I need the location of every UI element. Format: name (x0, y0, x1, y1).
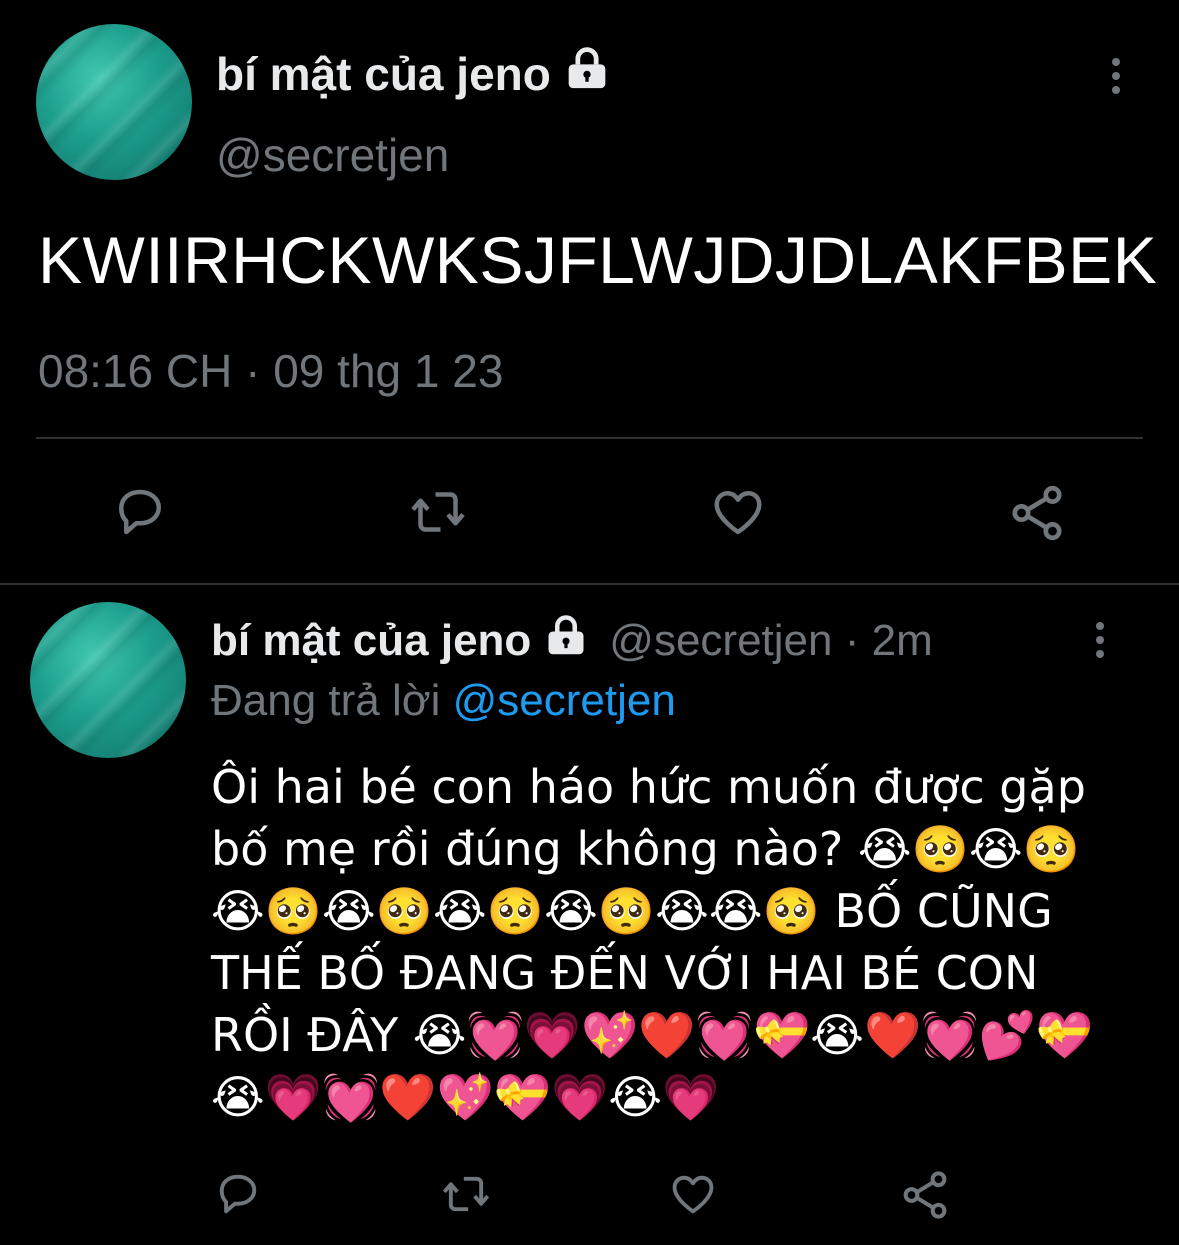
more-vertical-icon[interactable] (1089, 620, 1111, 665)
reply-tweet-display-name: bí mật của jeno (211, 615, 532, 665)
share-button[interactable] (1006, 482, 1068, 549)
divider (36, 437, 1143, 439)
reply-button[interactable] (212, 1168, 264, 1225)
reply-tweet-avatar[interactable] (30, 602, 186, 758)
replying-to: Đang trả lời @secretjen (211, 676, 676, 726)
main-tweet-handle[interactable]: @secretjen (216, 128, 449, 182)
replying-mention-link[interactable]: @secretjen (453, 676, 676, 725)
replying-prefix: Đang trả lời (211, 676, 441, 725)
like-button[interactable] (708, 482, 768, 547)
retweet-button[interactable] (406, 482, 470, 547)
reply-tweet-text: Ôi hai bé con háo hức muốn được gặp bố m… (211, 760, 1101, 1124)
lock-icon (541, 614, 591, 667)
reply-button[interactable] (110, 482, 170, 547)
retweet-button[interactable] (438, 1168, 494, 1225)
main-tweet-display-name: bí mật của jeno (216, 47, 551, 100)
like-button[interactable] (667, 1168, 719, 1225)
main-tweet-timestamp[interactable]: 08:16 CH · 09 thg 1 23 (38, 344, 503, 398)
main-tweet-author[interactable]: bí mật của jeno (216, 46, 613, 101)
reply-tweet-header[interactable]: bí mật của jeno @secretjen · 2m (211, 614, 933, 667)
share-icon (1006, 482, 1068, 549)
divider (0, 583, 1179, 585)
main-tweet-text: KWIIRHCKWKSJFLWJDJDLAKFBEK (38, 223, 1158, 297)
main-tweet-avatar[interactable] (36, 24, 192, 180)
reply-icon (212, 1168, 264, 1225)
retweet-icon (406, 482, 470, 547)
more-vertical-icon[interactable] (1105, 56, 1127, 101)
share-button[interactable] (898, 1168, 952, 1227)
lock-icon (561, 46, 613, 101)
reply-icon (110, 482, 170, 547)
retweet-icon (438, 1168, 494, 1225)
heart-icon (667, 1168, 719, 1225)
reply-tweet-handle-time: @secretjen · 2m (609, 615, 933, 665)
share-icon (898, 1168, 952, 1227)
heart-icon (708, 482, 768, 547)
